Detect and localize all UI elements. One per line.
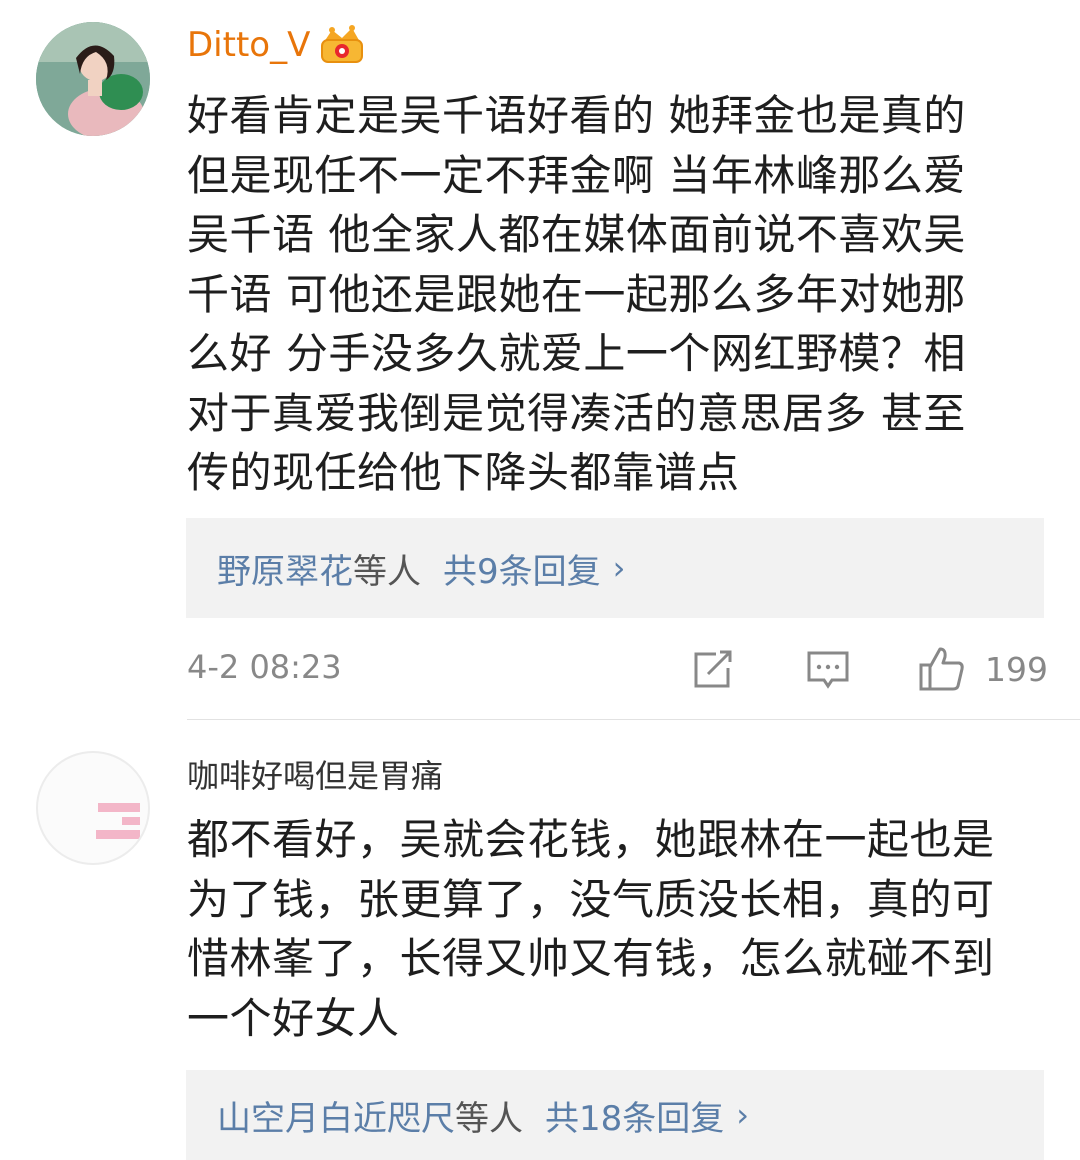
vip-crown-icon[interactable] xyxy=(318,24,366,66)
avatar[interactable] xyxy=(36,22,150,136)
username[interactable]: 咖啡好喝但是胃痛 xyxy=(187,756,443,796)
comment-text: 好看肯定是吴千语好看的 她拜金也是真的 但是现任不一定不拜金啊 当年林峰那么爱 … xyxy=(187,91,966,497)
reply-names[interactable]: 野原翠花 xyxy=(217,544,353,593)
like-count: 199 xyxy=(985,650,1048,689)
thumbs-up-icon xyxy=(919,647,964,691)
username[interactable]: Ditto_V xyxy=(187,25,310,65)
timestamp: 4-2 08:23 xyxy=(187,648,342,686)
like-button[interactable] xyxy=(918,645,966,697)
reply-suffix: 等人 xyxy=(353,551,421,592)
reply-suffix: 等人 xyxy=(455,1098,523,1139)
repost-button[interactable] xyxy=(692,650,736,694)
reply-count[interactable]: 共18条回复 xyxy=(545,1091,724,1140)
replies-preview[interactable]: 山空月白近咫尺 等人 共18条回复 › xyxy=(186,1070,1044,1160)
chevron-right-icon: › xyxy=(612,549,626,587)
replies-preview[interactable]: 野原翠花 等人 共9条回复 › xyxy=(186,518,1044,618)
comment-item: 咖啡好喝但是胃痛 都不看好，吴就会花钱，她跟林在一起也是 为了钱，张更算了，没气… xyxy=(0,720,1080,1160)
chevron-right-icon: › xyxy=(736,1096,750,1134)
avatar[interactable] xyxy=(36,751,150,865)
repost-icon xyxy=(694,650,732,688)
reply-count[interactable]: 共9条回复 xyxy=(443,544,601,593)
comment-icon xyxy=(807,651,849,689)
comment-item: Ditto_V 好看肯定是吴千语好看的 她拜金也是真的 但是现任不一定不拜金啊 … xyxy=(0,0,1080,720)
comment-button[interactable] xyxy=(806,650,850,696)
comment-text: 都不看好，吴就会花钱，她跟林在一起也是 为了钱，张更算了，没气质没长相，真的可 … xyxy=(187,815,995,1043)
reply-names[interactable]: 山空月白近咫尺 xyxy=(217,1091,455,1140)
